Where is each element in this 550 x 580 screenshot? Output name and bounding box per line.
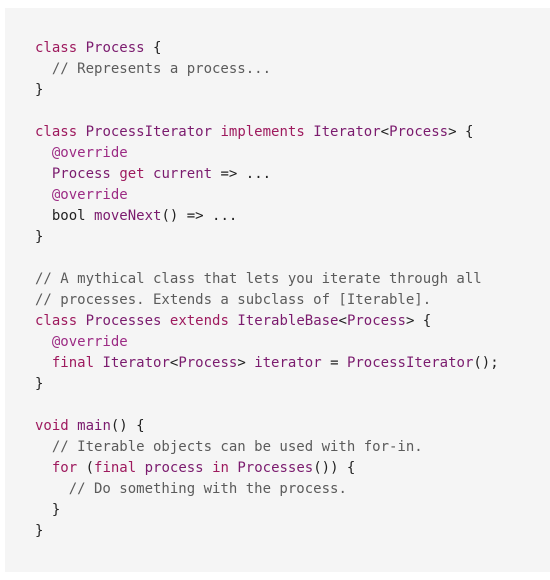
code-token-type: Processes bbox=[237, 460, 314, 476]
code-line: bool moveNext() => ... bbox=[35, 206, 550, 227]
code-line: // processes. Extends a subclass of [Ite… bbox=[35, 290, 550, 311]
code-token-comment: // A mythical class that lets you iterat… bbox=[35, 271, 482, 287]
code-listing: class Process { // Represents a process.… bbox=[35, 38, 550, 542]
code-token-annotation: @override bbox=[51, 145, 128, 161]
code-token-type: current bbox=[153, 166, 213, 182]
code-line: // Represents a process... bbox=[35, 59, 550, 80]
code-token-plain: = bbox=[321, 355, 347, 371]
code-token-type: Process bbox=[178, 355, 238, 371]
code-token-plain: ()) { bbox=[313, 460, 356, 476]
code-block: class Process { // Represents a process.… bbox=[5, 8, 550, 572]
code-line: class Processes extends IterableBase<Pro… bbox=[35, 311, 550, 332]
code-token-keyword: class bbox=[35, 313, 78, 329]
code-token-plain: } bbox=[35, 229, 44, 245]
code-line: } bbox=[35, 521, 550, 542]
code-token-comment: // Iterable objects can be used with for… bbox=[51, 439, 423, 455]
code-token-type: ProcessIterator bbox=[85, 124, 213, 140]
code-token-type: iterator bbox=[254, 355, 322, 371]
code-token-plain: } bbox=[35, 376, 44, 392]
code-token-annotation: @override bbox=[51, 334, 128, 350]
code-line: } bbox=[35, 374, 550, 395]
code-line: // Do something with the process. bbox=[35, 479, 550, 500]
code-token-comment: // Do something with the process. bbox=[68, 481, 347, 497]
code-line: // A mythical class that lets you iterat… bbox=[35, 269, 550, 290]
code-token-type: ProcessIterator bbox=[346, 355, 474, 371]
code-token-type: Processes bbox=[85, 313, 162, 329]
code-token-keyword: final bbox=[51, 355, 95, 371]
code-line: class ProcessIterator implements Iterato… bbox=[35, 122, 550, 143]
code-token-plain: () { bbox=[110, 418, 145, 434]
code-token-plain: { bbox=[144, 40, 162, 56]
code-token-type: moveNext bbox=[94, 208, 162, 224]
code-token-keyword: final bbox=[94, 460, 137, 476]
code-token-type: Process bbox=[85, 40, 145, 56]
code-line: final Iterator<Process> iterator = Proce… bbox=[35, 353, 550, 374]
code-token-plain: < bbox=[338, 313, 347, 329]
code-token-keyword: implements bbox=[220, 124, 305, 140]
code-line: } bbox=[35, 227, 550, 248]
code-line: for (final process in Processes()) { bbox=[35, 458, 550, 479]
code-token-plain: > { bbox=[405, 313, 432, 329]
code-line: @override bbox=[35, 185, 550, 206]
code-token-type: Iterator bbox=[102, 355, 170, 371]
code-token-keyword: class bbox=[35, 40, 78, 56]
code-token-plain: } bbox=[35, 502, 61, 518]
code-token-plain: < bbox=[380, 124, 390, 140]
code-line: Process get current => ... bbox=[35, 164, 550, 185]
code-line: void main() { bbox=[35, 416, 550, 437]
code-token-plain: bool bbox=[35, 208, 95, 224]
code-token-keyword: for bbox=[51, 460, 78, 476]
code-token-plain: > bbox=[237, 355, 255, 371]
code-token-plain: () => ... bbox=[161, 208, 238, 224]
code-token-keyword: extends bbox=[169, 313, 229, 329]
code-token-plain: => ... bbox=[212, 166, 272, 182]
code-token-plain: } bbox=[35, 82, 44, 98]
code-token-comment: // Represents a process... bbox=[51, 61, 272, 77]
code-token-type: Process bbox=[346, 313, 406, 329]
code-token-annotation: @override bbox=[51, 187, 128, 203]
code-token-plain: } bbox=[35, 523, 44, 539]
code-token-keyword: get bbox=[119, 166, 145, 182]
code-token-comment: // processes. Extends a subclass of [Ite… bbox=[35, 292, 432, 308]
code-token-type: Iterator bbox=[313, 124, 381, 140]
code-line: } bbox=[35, 80, 550, 101]
code-token-type: main bbox=[77, 418, 111, 434]
code-token-keyword: void bbox=[35, 418, 69, 434]
code-token-type: Process bbox=[51, 166, 111, 182]
code-line: class Process { bbox=[35, 38, 550, 59]
code-token-plain: (); bbox=[473, 355, 499, 371]
code-line: @override bbox=[35, 332, 550, 353]
code-token-plain: > { bbox=[448, 124, 474, 140]
code-token-type: Process bbox=[389, 124, 449, 140]
code-token-type: IterableBase bbox=[237, 313, 339, 329]
code-line: @override bbox=[35, 143, 550, 164]
code-token-type: process bbox=[144, 460, 204, 476]
code-line: } bbox=[35, 500, 550, 521]
code-token-keyword: class bbox=[35, 124, 78, 140]
code-token-plain: ( bbox=[77, 460, 95, 476]
code-token-keyword: in bbox=[212, 460, 229, 476]
code-line: // Iterable objects can be used with for… bbox=[35, 437, 550, 458]
